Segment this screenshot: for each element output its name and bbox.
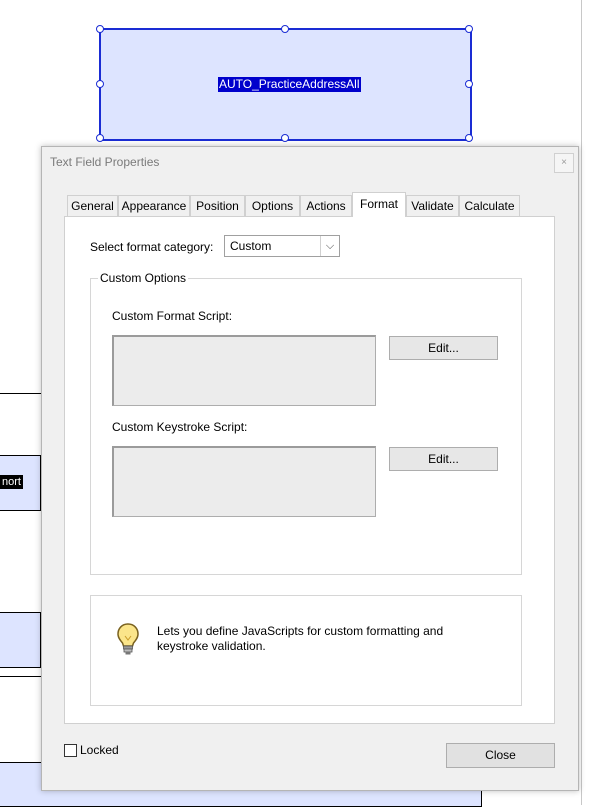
locked-label: Locked bbox=[80, 743, 119, 757]
edit-keystroke-script-button[interactable]: Edit... bbox=[389, 447, 498, 471]
resize-handle[interactable] bbox=[281, 134, 289, 142]
custom-format-script-label: Custom Format Script: bbox=[112, 309, 233, 323]
locked-checkbox[interactable] bbox=[64, 744, 77, 757]
resize-handle[interactable] bbox=[465, 80, 473, 88]
field-name-label: AUTO_PracticeAddressAll bbox=[218, 77, 361, 92]
tip-text: Lets you define JavaScripts for custom f… bbox=[157, 624, 444, 653]
resize-handle[interactable] bbox=[281, 25, 289, 33]
resize-handle[interactable] bbox=[96, 134, 104, 142]
form-field-name: nort bbox=[0, 475, 23, 489]
tab-position[interactable]: Position bbox=[190, 195, 245, 216]
lightbulb-icon bbox=[117, 623, 139, 655]
form-field[interactable] bbox=[0, 612, 41, 668]
tab-calculate[interactable]: Calculate bbox=[459, 195, 520, 216]
dialog-title: Text Field Properties bbox=[50, 155, 160, 169]
tab-appearance[interactable]: Appearance bbox=[118, 195, 190, 216]
chevron-down-icon: ⌵ bbox=[320, 236, 339, 256]
page-edge bbox=[581, 0, 582, 805]
tab-actions[interactable]: Actions bbox=[300, 195, 352, 216]
custom-options-legend: Custom Options bbox=[98, 271, 189, 285]
format-tab-panel: Select format category: Custom ⌵ Custom … bbox=[64, 216, 555, 724]
format-category-label: Select format category: bbox=[90, 240, 214, 254]
format-category-select[interactable]: Custom ⌵ bbox=[224, 235, 340, 257]
format-category-value: Custom bbox=[230, 239, 272, 253]
close-icon[interactable]: × bbox=[554, 153, 574, 173]
resize-handle[interactable] bbox=[465, 25, 473, 33]
page-line bbox=[0, 393, 41, 394]
edit-format-script-button[interactable]: Edit... bbox=[389, 336, 498, 360]
custom-keystroke-script-label: Custom Keystroke Script: bbox=[112, 420, 248, 434]
resize-handle[interactable] bbox=[96, 25, 104, 33]
page-line bbox=[0, 676, 41, 677]
custom-format-script-box bbox=[112, 335, 376, 406]
resize-handle[interactable] bbox=[465, 134, 473, 142]
text-field-properties-dialog: Text Field Properties × General Appearan… bbox=[41, 146, 579, 791]
custom-options-group: Custom Options Custom Format Script: Edi… bbox=[90, 271, 522, 575]
custom-keystroke-script-box bbox=[112, 446, 376, 517]
tab-format[interactable]: Format bbox=[352, 192, 406, 217]
close-button[interactable]: Close bbox=[446, 743, 555, 768]
resize-handle[interactable] bbox=[96, 80, 104, 88]
tab-general[interactable]: General bbox=[67, 195, 118, 216]
tip-box: Lets you define JavaScripts for custom f… bbox=[90, 595, 522, 706]
tab-validate[interactable]: Validate bbox=[406, 195, 459, 216]
tab-options[interactable]: Options bbox=[245, 195, 300, 216]
